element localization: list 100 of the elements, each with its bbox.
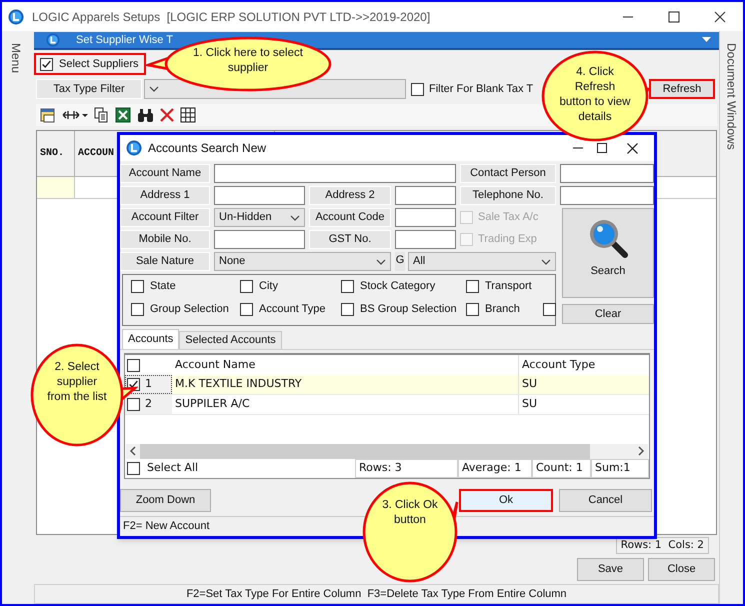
input-field[interactable] — [560, 186, 654, 205]
binoculars-icon[interactable] — [137, 108, 154, 122]
delete-icon[interactable] — [160, 108, 174, 122]
checkbox[interactable] — [341, 280, 354, 293]
form-icon[interactable] — [40, 107, 56, 123]
input-field[interactable] — [395, 186, 456, 205]
button[interactable]: Close — [648, 558, 715, 581]
input-field[interactable] — [395, 230, 456, 249]
checkbox[interactable] — [240, 303, 253, 316]
checkbox[interactable] — [127, 398, 140, 411]
field-label: Account Filter — [120, 208, 210, 227]
field-label: Mobile No. — [120, 230, 210, 249]
tab[interactable]: Selected Accounts — [179, 331, 282, 349]
column-header[interactable]: Account Name — [172, 355, 518, 375]
field-label: Address 2 — [309, 186, 391, 205]
spreadsheet-icon[interactable] — [115, 107, 131, 123]
zoom-down-button[interactable]: Zoom Down — [120, 489, 211, 512]
callout-text: 3. Click Ok button — [381, 498, 439, 528]
checkbox-label[interactable]: City — [259, 278, 278, 295]
dropdown-icon[interactable] — [702, 37, 711, 43]
checkbox-label[interactable]: State — [150, 278, 176, 295]
dropdown[interactable]: All — [408, 252, 556, 271]
callout-text: 4. Click Refresh button to view details — [558, 65, 632, 126]
document-tab[interactable]: Set Supplier Wise T — [46, 32, 174, 48]
field-label: Sale Nature — [120, 252, 210, 271]
table-row[interactable]: 2 SUPPILER A/C SU — [125, 395, 649, 415]
field-label: Account Code — [309, 208, 391, 227]
input-field[interactable] — [214, 164, 456, 183]
checkbox[interactable] — [131, 280, 144, 293]
table-cell-text: M.K TEXTILE INDUSTRY — [174, 376, 303, 392]
summary-cell: Sum:1 — [591, 458, 649, 478]
column-header[interactable]: SNO. — [37, 131, 75, 176]
checkbox-label[interactable]: Group Selection — [150, 301, 229, 318]
checkbox-control[interactable]: Select Suppliers — [34, 53, 146, 75]
logo-icon — [126, 140, 142, 156]
checkbox-label[interactable]: BS Group Selection — [360, 301, 457, 318]
checkbox-label[interactable]: Select Suppliers — [59, 56, 138, 72]
table-row[interactable]: 1 M.K TEXTILE INDUSTRY SU — [125, 375, 649, 395]
field-label: Tax Type Filter — [36, 79, 142, 99]
chevron-icon — [541, 256, 551, 266]
field-label: Contact Person — [460, 164, 556, 183]
chevron-icon — [376, 256, 386, 266]
checkbox-label: Sale Tax A/c — [478, 210, 538, 226]
checkbox-label[interactable]: Stock Category — [360, 278, 436, 295]
checkbox-label[interactable]: Select All — [147, 460, 198, 477]
logo-icon — [46, 33, 60, 47]
row-number: 1 — [145, 376, 152, 392]
button[interactable]: Save — [577, 558, 644, 581]
cancel-button[interactable]: Cancel — [559, 489, 652, 512]
close-icon[interactable] — [627, 142, 638, 154]
dropdown[interactable]: None — [214, 252, 391, 271]
side-tab[interactable]: Document Windows — [722, 43, 740, 150]
chevron-icon — [149, 84, 159, 94]
input-field[interactable] — [395, 208, 456, 227]
status-bar: F2=Set Tax Type For Entire Column F3=Delete Tax Type From Entire Column — [34, 584, 719, 604]
checkbox-label[interactable]: Account Type — [259, 301, 326, 318]
checkbox[interactable] — [131, 303, 144, 316]
checkbox[interactable] — [240, 280, 253, 293]
checkbox-label[interactable]: Branch — [485, 301, 520, 318]
checkbox[interactable] — [411, 82, 424, 96]
input-field[interactable] — [214, 186, 305, 205]
ok-button[interactable]: Ok — [459, 489, 553, 512]
checkbox[interactable] — [40, 58, 53, 70]
field-label: Address 1 — [120, 186, 210, 205]
table-cell-text: SUPPILER A/C — [174, 396, 251, 412]
checkbox-label: Trading Exp — [478, 232, 537, 248]
field-label: GST No. — [309, 230, 391, 249]
checkbox[interactable] — [466, 280, 479, 293]
field-label: G — [395, 252, 405, 271]
maximize-icon[interactable] — [597, 143, 607, 153]
dialog-title: Accounts Search New — [148, 140, 266, 157]
search-button[interactable]: Search — [562, 208, 654, 298]
summary-cell: Rows: 3 — [355, 458, 458, 478]
checkbox[interactable] — [341, 303, 354, 316]
table-cell: SU — [518, 375, 649, 394]
column-width-icon[interactable] — [62, 109, 88, 121]
callout-text: 1. Click here to select supplier — [192, 46, 304, 76]
side-tab[interactable]: Menu — [7, 43, 25, 74]
refresh-button[interactable]: Refresh — [649, 79, 715, 99]
checkbox[interactable] — [127, 358, 140, 372]
grid-icon[interactable] — [180, 107, 196, 123]
summary-cell: Count: 1 — [532, 458, 591, 478]
checkbox[interactable] — [543, 303, 556, 316]
row-number: 2 — [145, 396, 152, 412]
chevron-icon — [290, 212, 300, 222]
dropdown[interactable]: Un-Hidden — [214, 208, 305, 227]
checkbox[interactable] — [466, 303, 479, 316]
field-label: Account Name — [120, 164, 210, 183]
checkbox-label[interactable]: Transport — [485, 278, 532, 295]
tab[interactable]: Accounts — [122, 329, 180, 349]
input-field[interactable] — [560, 164, 654, 183]
logo-icon — [8, 8, 24, 24]
clear-button[interactable]: Clear — [562, 304, 654, 324]
copy-icon[interactable] — [94, 107, 109, 123]
summary-cell: Average: 1 — [458, 458, 532, 478]
checkbox-label[interactable]: Filter For Blank Tax T — [429, 80, 534, 98]
input-field[interactable] — [214, 230, 305, 249]
checkbox[interactable] — [127, 462, 140, 475]
window-title: LOGIC Apparels Setups [LOGIC ERP SOLUTION PVT LTD->>2019-2020] — [32, 8, 430, 26]
table-cell: SU — [518, 395, 649, 414]
